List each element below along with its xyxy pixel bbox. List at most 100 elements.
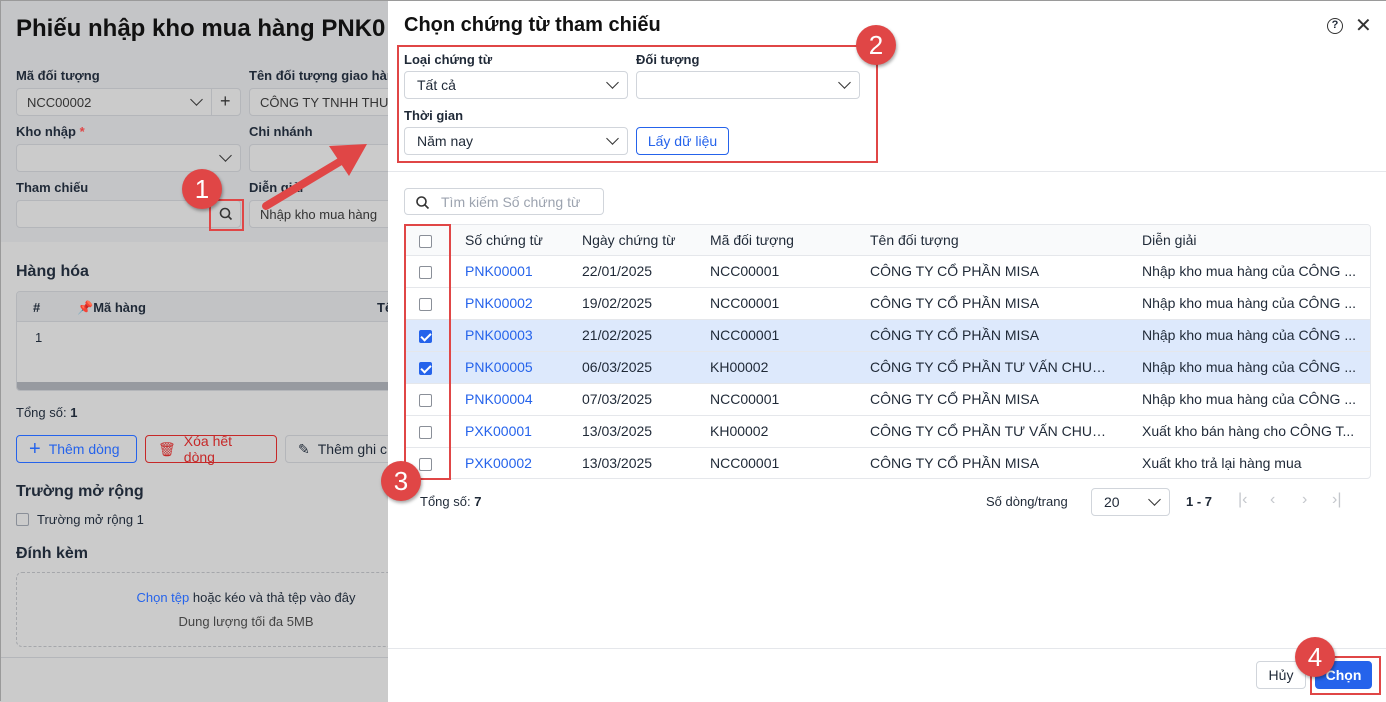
ma-doi-tuong: KH00002 — [694, 415, 854, 448]
dien-giai: Nhập kho mua hàng của CÔNG ... — [1126, 319, 1370, 352]
ngay-chung-tu: 13/03/2025 — [566, 415, 694, 448]
ext-field-checkbox[interactable]: Trường mở rộng 1 — [16, 512, 144, 527]
col-ma-doi-tuong[interactable]: Mã đối tượng — [694, 225, 854, 256]
delete-all-rows-button[interactable]: 🗑 Xóa hết dòng — [145, 433, 277, 465]
dien-giai-label: Diễn giải — [249, 180, 304, 195]
ma-doi-tuong: NCC00001 — [694, 383, 854, 416]
annotation-badge-3: 3 — [381, 461, 421, 501]
chevron-down-icon — [190, 93, 203, 106]
table-row[interactable]: PNK00001 22/01/2025 NCC00001 CÔNG TY CỔ … — [405, 255, 1370, 288]
table-row[interactable]: PNK00002 19/02/2025 NCC00001 CÔNG TY CỔ … — [405, 287, 1370, 320]
horizontal-scrollbar[interactable] — [17, 382, 395, 390]
ten-doi-tuong: CÔNG TY CỔ PHẦN MISA — [854, 319, 1126, 352]
col-index: # — [33, 300, 41, 315]
dien-giai: Xuất kho trả lại hàng mua — [1126, 447, 1370, 478]
dien-giai: Xuất kho bán hàng cho CÔNG T... — [1126, 415, 1370, 448]
page-size-label: Số dòng/trang — [986, 494, 1068, 509]
dien-giai: Nhập kho mua hàng của CÔNG ... — [1126, 351, 1370, 384]
page-title: Phiếu nhập kho mua hàng PNK0 — [16, 15, 386, 42]
table-row[interactable]: PNK00003 21/02/2025 NCC00001 CÔNG TY CỔ … — [405, 319, 1370, 352]
help-icon[interactable]: ? — [1327, 18, 1343, 34]
row-index: 1 — [35, 330, 43, 345]
so-chung-tu-link[interactable]: PNK00001 — [465, 263, 533, 279]
dialog-title: Chọn chứng từ tham chiếu — [404, 14, 661, 36]
next-page-icon[interactable]: › — [1302, 491, 1307, 509]
ten-doi-tuong: CÔNG TY CỔ PHẦN TƯ VẤN CHUYÊ... — [854, 415, 1126, 448]
ma-doi-tuong: NCC00001 — [694, 255, 854, 288]
ngay-chung-tu: 06/03/2025 — [566, 351, 694, 384]
col-ma-hang[interactable]: 📌Mã hàng — [77, 300, 146, 316]
dien-giai-input[interactable]: Nhập kho mua hàng — [249, 200, 399, 228]
trash-icon: 🗑 — [158, 440, 176, 457]
col-ngay-chung-tu[interactable]: Ngày chứng từ — [566, 225, 694, 256]
so-chung-tu-link[interactable]: PNK00002 — [465, 295, 533, 311]
chi-nhanh-label: Chi nhánh — [249, 124, 313, 139]
table-row[interactable]: PXK00001 13/03/2025 KH00002 CÔNG TY CỔ P… — [405, 415, 1370, 448]
ngay-chung-tu: 07/03/2025 — [566, 383, 694, 416]
kho-nhap-select[interactable] — [16, 144, 241, 172]
table-row[interactable]: PNK00005 06/03/2025 KH00002 CÔNG TY CỔ P… — [405, 351, 1370, 384]
first-page-icon[interactable]: |‹ — [1238, 491, 1247, 509]
ngay-chung-tu: 22/01/2025 — [566, 255, 694, 288]
add-note-button[interactable]: ✎ Thêm ghi c — [285, 435, 395, 463]
tham-chieu-label: Tham chiếu — [16, 180, 89, 195]
table-row[interactable]: PXK00002 13/03/2025 NCC00001 CÔNG TY CỔ … — [405, 447, 1370, 478]
chevron-down-icon — [1148, 493, 1161, 506]
so-chung-tu-link[interactable]: PNK00005 — [465, 359, 533, 375]
dien-giai: Nhập kho mua hàng của CÔNG ... — [1126, 255, 1370, 288]
chevron-down-icon — [219, 149, 232, 162]
ten-doi-tuong: CÔNG TY CỔ PHẦN MISA — [854, 255, 1126, 288]
divider — [388, 171, 1386, 172]
ten-doi-tuong: CÔNG TY CỔ PHẦN MISA — [854, 287, 1126, 320]
ten-doi-tuong: CÔNG TY CỔ PHẦN MISA — [854, 447, 1126, 478]
ten-doi-tuong-label: Tên đối tượng giao hàn — [249, 68, 395, 83]
divider — [1, 657, 388, 658]
add-row-button[interactable]: + Thêm dòng — [16, 435, 137, 463]
ma-doi-tuong-label: Mã đối tượng — [16, 68, 100, 83]
chi-nhanh-select[interactable] — [249, 144, 399, 172]
ext-title: Trường mở rộng — [16, 483, 144, 500]
page-range: 1 - 7 — [1186, 494, 1213, 509]
annotation-box-3 — [404, 224, 451, 480]
hang-hoa-total: Tổng số: 1 — [16, 405, 78, 420]
annotation-badge-2: 2 — [856, 25, 896, 65]
so-chung-tu-link[interactable]: PNK00004 — [465, 391, 533, 407]
pencil-icon: ✎ — [298, 440, 310, 457]
col-ten-doi-tuong[interactable]: Tên đối tượng — [854, 225, 1126, 256]
search-icon — [416, 196, 430, 210]
table-header: Số chứng từ Ngày chứng từ Mã đối tượng T… — [405, 225, 1370, 256]
page-size-select[interactable]: 20 — [1091, 488, 1170, 516]
ngay-chung-tu: 13/03/2025 — [566, 447, 694, 478]
ma-doi-tuong: KH00002 — [694, 351, 854, 384]
dien-giai: Nhập kho mua hàng của CÔNG ... — [1126, 383, 1370, 416]
search-input[interactable]: Tìm kiếm Số chứng từ — [404, 188, 604, 215]
ten-doi-tuong-input[interactable]: CÔNG TY TNHH THU — [249, 88, 399, 116]
table-row[interactable]: PNK00004 07/03/2025 NCC00001 CÔNG TY CỔ … — [405, 383, 1370, 416]
attach-limit: Dung lượng tối đa 5MB — [178, 614, 314, 629]
ma-doi-tuong: NCC00001 — [694, 287, 854, 320]
annotation-badge-4: 4 — [1295, 637, 1335, 677]
table-total: Tổng số: 7 — [420, 494, 482, 509]
attach-dropzone[interactable]: Chọn tệp hoặc kéo và thả tệp vào đây Dun… — [16, 572, 406, 647]
prev-page-icon[interactable]: ‹ — [1270, 491, 1275, 509]
dien-giai: Nhập kho mua hàng của CÔNG ... — [1126, 287, 1370, 320]
ma-doi-tuong-select[interactable]: NCC00002 — [16, 88, 212, 116]
close-icon[interactable]: ✕ — [1355, 13, 1372, 38]
add-doi-tuong-button[interactable]: + — [211, 88, 241, 116]
col-so-chung-tu[interactable]: Số chứng từ — [449, 225, 566, 256]
hang-hoa-title: Hàng hóa — [16, 263, 89, 280]
ma-doi-tuong-value: NCC00002 — [27, 95, 92, 110]
choose-file-link[interactable]: Chọn tệp — [136, 590, 189, 605]
so-chung-tu-link[interactable]: PXK00001 — [465, 423, 532, 439]
annotation-box-2 — [397, 45, 878, 163]
col-dien-giai[interactable]: Diễn giải — [1126, 225, 1370, 256]
hang-hoa-grid: # 📌Mã hàng Tê 1 — [16, 291, 396, 391]
kho-nhap-label: Kho nhập * — [16, 124, 85, 139]
ten-doi-tuong: CÔNG TY CỔ PHẦN TƯ VẤN CHUYÊ... — [854, 351, 1126, 384]
divider — [388, 648, 1386, 649]
so-chung-tu-link[interactable]: PNK00003 — [465, 327, 533, 343]
so-chung-tu-link[interactable]: PXK00002 — [465, 455, 532, 471]
documents-table: Số chứng từ Ngày chứng từ Mã đối tượng T… — [404, 224, 1371, 479]
last-page-icon[interactable]: ›| — [1332, 491, 1341, 509]
annotation-badge-1: 1 — [182, 169, 222, 209]
